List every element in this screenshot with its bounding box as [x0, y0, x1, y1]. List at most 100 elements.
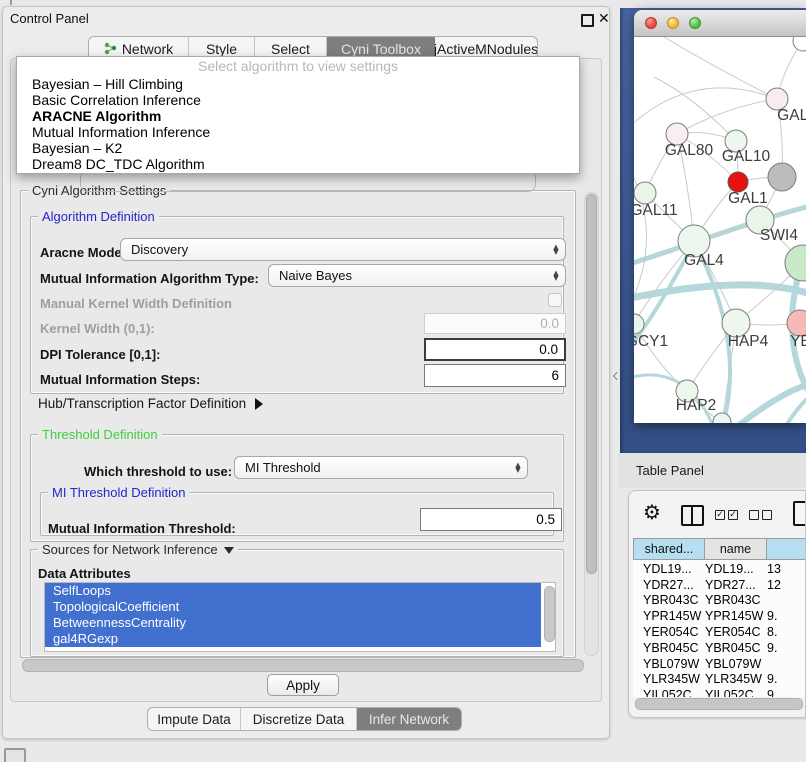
- tab-label: Network: [122, 41, 173, 57]
- mi-steps-value: 6: [551, 368, 565, 383]
- table-row[interactable]: YPR145WYPR145W9.: [633, 608, 806, 624]
- table-row[interactable]: YBL079WYBL079W: [633, 656, 806, 672]
- network-node[interactable]: [785, 245, 806, 281]
- attribute-item-betweennesscentrality[interactable]: BetweennessCentrality: [45, 615, 541, 631]
- attribute-item-topologicalcoefficient[interactable]: TopologicalCoefficient: [45, 599, 541, 615]
- spinner-arrows-icon: ▲▼: [547, 271, 565, 281]
- spinner-arrows-icon: ▲▼: [509, 463, 527, 473]
- column-header-2[interactable]: [767, 538, 806, 560]
- network-edge[interactable]: [664, 37, 777, 99]
- table-row[interactable]: YIL052CYIL052C9.: [633, 687, 806, 697]
- which-threshold-value: MI Threshold: [235, 460, 509, 475]
- tab-label: jActiveMNodules: [434, 41, 538, 57]
- network-node[interactable]: [713, 413, 731, 423]
- node-label-gal11: GAL11: [634, 202, 678, 219]
- network-edge[interactable]: [634, 88, 777, 127]
- table-cell: YLR345W: [705, 672, 767, 686]
- algorithm-option-mutual-information-inference[interactable]: Mutual Information Inference: [17, 124, 579, 140]
- mi-threshold-field[interactable]: 0.5: [420, 508, 562, 531]
- aracne-mode-label: Aracne Mode:: [40, 245, 126, 260]
- attribute-item-gal4rgexp[interactable]: gal4RGexp: [45, 631, 541, 647]
- dpi-tolerance-field[interactable]: 0.0: [424, 338, 566, 361]
- hub-definition-expander[interactable]: Hub/Transcription Factor Definition: [38, 396, 263, 411]
- minimize-window-icon[interactable]: [667, 17, 679, 29]
- column-header-shared[interactable]: shared...: [633, 538, 705, 560]
- aracne-mode-combo[interactable]: Discovery ▲▼: [120, 238, 566, 261]
- unchecked-box-icon: [749, 510, 759, 520]
- node-label-gal80: GAL80: [665, 142, 714, 159]
- settings-scrollbar-thumb[interactable]: [586, 194, 597, 574]
- deselect-all-icon[interactable]: [749, 510, 772, 520]
- table-cell: YPR145W: [705, 609, 767, 623]
- collapsed-panel-icon[interactable]: [4, 748, 26, 762]
- table-row[interactable]: YBR045CYBR045C9.: [633, 640, 806, 656]
- select-all-icon[interactable]: ✓ ✓: [715, 510, 738, 520]
- algorithm-option-bayesian-hill-climbing[interactable]: Bayesian – Hill Climbing: [17, 76, 579, 92]
- close-window-icon[interactable]: [645, 17, 657, 29]
- algorithm-option-aracne-algorithm[interactable]: ARACNE Algorithm: [17, 108, 579, 124]
- column-layout-icon[interactable]: [681, 505, 704, 526]
- network-node[interactable]: [793, 37, 806, 51]
- tab-impute-data[interactable]: Impute Data: [148, 708, 241, 730]
- network-edge[interactable]: [734, 383, 806, 423]
- sources-group-header[interactable]: Sources for Network Inference: [38, 543, 238, 556]
- algorithm-option-bayesian-k2[interactable]: Bayesian – K2: [17, 140, 579, 156]
- table-row[interactable]: YDR27...YDR27...12: [633, 577, 806, 593]
- network-node[interactable]: [728, 172, 748, 192]
- data-attributes-list[interactable]: SelfLoopsTopologicalCoefficientBetweenne…: [44, 582, 556, 652]
- kernel-width-field[interactable]: 0.0: [424, 313, 566, 334]
- mi-steps-label: Mutual Information Steps:: [40, 372, 200, 387]
- table-cell: 13: [767, 562, 797, 576]
- node-label-hap2: HAP2: [676, 397, 717, 414]
- apply-button[interactable]: Apply: [267, 674, 339, 696]
- mi-steps-field[interactable]: 6: [424, 364, 566, 387]
- table-cell: 9.: [767, 641, 797, 655]
- mi-type-value: Naive Bayes: [269, 268, 547, 283]
- table-cell: YDL19...: [705, 562, 767, 576]
- table-horizontal-scrollbar[interactable]: [635, 698, 803, 710]
- gear-icon[interactable]: ⚙: [643, 500, 661, 524]
- manual-kernel-checkbox[interactable]: [548, 293, 562, 307]
- tab-discretize-data[interactable]: Discretize Data: [241, 708, 357, 730]
- dpi-tolerance-label: DPI Tolerance [0,1]:: [40, 347, 160, 362]
- attribute-item-selfloops[interactable]: SelfLoops: [45, 583, 541, 599]
- column-header-name[interactable]: name: [705, 538, 767, 560]
- table-toolbar: ⚙ ✓ ✓: [629, 491, 805, 537]
- export-table-icon[interactable]: [793, 501, 806, 526]
- table-cell: 12: [767, 578, 797, 592]
- table-row[interactable]: YBR043CYBR043C: [633, 593, 806, 609]
- network-node[interactable]: [634, 182, 656, 204]
- table-cell: YPR145W: [633, 609, 705, 623]
- hub-definition-label: Hub/Transcription Factor Definition: [38, 396, 246, 411]
- table-row[interactable]: YER054CYER054C8.: [633, 624, 806, 640]
- table-cell: YBL079W: [633, 657, 705, 671]
- network-edge[interactable]: [677, 99, 777, 134]
- close-panel-icon[interactable]: ✕: [598, 10, 610, 27]
- algorithm-definition-title: Algorithm Definition: [38, 210, 159, 223]
- manual-kernel-label: Manual Kernel Width Definition: [40, 296, 232, 311]
- network-edge[interactable]: [784, 393, 806, 423]
- node-label-hap4: HAP4: [728, 333, 769, 350]
- sources-group-title: Sources for Network Inference: [42, 543, 218, 556]
- network-window-titlebar[interactable]: [634, 10, 806, 37]
- attributes-scrollbar[interactable]: [544, 586, 555, 642]
- tab-infer-network[interactable]: Infer Network: [357, 708, 461, 730]
- table-row[interactable]: YLR345WYLR345W9.: [633, 672, 806, 688]
- table-cell: YIL052C: [705, 688, 767, 697]
- table-cell: YBR045C: [705, 641, 767, 655]
- mi-threshold-group-title: MI Threshold Definition: [48, 486, 189, 499]
- table-panel-window: ⚙ ✓ ✓ shared...name YDL19...YDL19...13YD…: [628, 490, 806, 718]
- data-attributes-label: Data Attributes: [38, 566, 131, 581]
- table-row[interactable]: YDL19...YDL19...13: [633, 561, 806, 577]
- float-panel-icon[interactable]: [581, 14, 594, 27]
- zoom-window-icon[interactable]: [689, 17, 701, 29]
- mi-type-combo[interactable]: Naive Bayes ▲▼: [268, 264, 566, 287]
- network-node[interactable]: [768, 163, 796, 191]
- checked-box-icon: ✓: [728, 510, 738, 520]
- network-canvas[interactable]: GAL7GAL80GAL10GAL1SWI4GAL11GAL4GCY1HAP4Y…: [634, 37, 806, 423]
- which-threshold-combo[interactable]: MI Threshold ▲▼: [234, 456, 528, 479]
- table-cell: YER054C: [705, 625, 767, 639]
- algorithm-option-dream8-dc-tdc-algorithm[interactable]: Dream8 DC_TDC Algorithm: [17, 156, 579, 172]
- settings-horizontal-scrollbar[interactable]: [22, 659, 584, 672]
- algorithm-option-basic-correlation-inference[interactable]: Basic Correlation Inference: [17, 92, 579, 108]
